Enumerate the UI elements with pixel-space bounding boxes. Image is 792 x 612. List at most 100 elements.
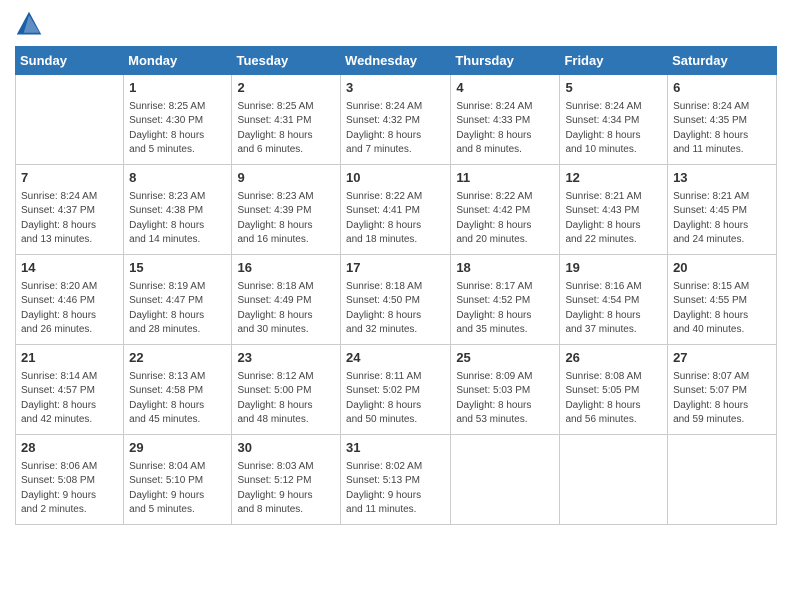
day-info: Sunrise: 8:03 AM Sunset: 5:12 PM Dayligh…: [237, 460, 335, 518]
logo: [15, 10, 47, 38]
day-number: 18: [456, 259, 554, 278]
day-number: 14: [21, 259, 118, 278]
day-number: 24: [346, 349, 445, 368]
calendar-cell: 24 Sunrise: 8:11 AM Sunset: 5:02 PM Dayli…: [341, 345, 451, 435]
day-number: 13: [673, 169, 771, 188]
day-info: Sunrise: 8:09 AM Sunset: 5:03 PM Dayligh…: [456, 370, 554, 428]
day-number: 2: [237, 79, 335, 98]
day-number: 10: [346, 169, 445, 188]
calendar-cell: 16Sunrise: 8:18 AM Sunset: 4:49 PM Dayli…: [232, 255, 341, 345]
day-info: Sunrise: 8:15 AM Sunset: 4:55 PM Dayligh…: [673, 280, 771, 338]
calendar-cell: 19 Sunrise: 8:16 AM Sunset: 4:54 PM Dayli…: [560, 255, 668, 345]
day-info: Sunrise: 8:24 AM Sunset: 4:35 PM Dayligh…: [673, 100, 771, 158]
calendar-cell: 29 Sunrise: 8:04 AM Sunset: 5:10 PM Dayli…: [124, 435, 232, 525]
calendar-week-row: 21Sunrise: 8:14 AM Sunset: 4:57 PM Dayli…: [16, 345, 777, 435]
day-number: 11: [456, 169, 554, 188]
calendar-cell: 28 Sunrise: 8:06 AM Sunset: 5:08 PM Dayli…: [16, 435, 124, 525]
calendar-cell: [668, 435, 777, 525]
day-number: 1: [129, 79, 226, 98]
calendar-cell: 4 Sunrise: 8:24 AM Sunset: 4:33 PM Daylig…: [451, 75, 560, 165]
col-header-tuesday: Tuesday: [232, 47, 341, 75]
day-info: Sunrise: 8:18 AM Sunset: 4:49 PM Dayligh…: [237, 280, 335, 338]
day-info: Sunrise: 8:21 AM Sunset: 4:43 PM Dayligh…: [565, 190, 662, 248]
day-number: 29: [129, 439, 226, 458]
calendar-cell: 12 Sunrise: 8:21 AM Sunset: 4:43 PM Dayli…: [560, 165, 668, 255]
calendar-cell: 11Sunrise: 8:22 AM Sunset: 4:42 PM Dayli…: [451, 165, 560, 255]
day-info: Sunrise: 8:24 AM Sunset: 4:37 PM Dayligh…: [21, 190, 118, 248]
calendar-cell: 31Sunrise: 8:02 AM Sunset: 5:13 PM Dayli…: [341, 435, 451, 525]
day-number: 23: [237, 349, 335, 368]
calendar-cell: 23 Sunrise: 8:12 AM Sunset: 5:00 PM Dayli…: [232, 345, 341, 435]
day-number: 8: [129, 169, 226, 188]
day-number: 12: [565, 169, 662, 188]
calendar-cell: 9 Sunrise: 8:23 AM Sunset: 4:39 PM Daylig…: [232, 165, 341, 255]
day-info: Sunrise: 8:16 AM Sunset: 4:54 PM Dayligh…: [565, 280, 662, 338]
calendar-cell: 3 Sunrise: 8:24 AM Sunset: 4:32 PM Daylig…: [341, 75, 451, 165]
calendar-header-row: SundayMondayTuesdayWednesdayThursdayFrid…: [16, 47, 777, 75]
calendar-cell: 13 Sunrise: 8:21 AM Sunset: 4:45 PM Dayli…: [668, 165, 777, 255]
calendar-week-row: 14 Sunrise: 8:20 AM Sunset: 4:46 PM Dayli…: [16, 255, 777, 345]
day-number: 28: [21, 439, 118, 458]
calendar-week-row: 28 Sunrise: 8:06 AM Sunset: 5:08 PM Dayli…: [16, 435, 777, 525]
calendar-cell: 10Sunrise: 8:22 AM Sunset: 4:41 PM Dayli…: [341, 165, 451, 255]
day-number: 27: [673, 349, 771, 368]
day-info: Sunrise: 8:19 AM Sunset: 4:47 PM Dayligh…: [129, 280, 226, 338]
calendar-cell: 17 Sunrise: 8:18 AM Sunset: 4:50 PM Dayli…: [341, 255, 451, 345]
day-info: Sunrise: 8:04 AM Sunset: 5:10 PM Dayligh…: [129, 460, 226, 518]
calendar-cell: [560, 435, 668, 525]
day-info: Sunrise: 8:24 AM Sunset: 4:34 PM Dayligh…: [565, 100, 662, 158]
day-info: Sunrise: 8:23 AM Sunset: 4:38 PM Dayligh…: [129, 190, 226, 248]
day-info: Sunrise: 8:06 AM Sunset: 5:08 PM Dayligh…: [21, 460, 118, 518]
day-info: Sunrise: 8:24 AM Sunset: 4:32 PM Dayligh…: [346, 100, 445, 158]
day-info: Sunrise: 8:23 AM Sunset: 4:39 PM Dayligh…: [237, 190, 335, 248]
calendar-cell: 21Sunrise: 8:14 AM Sunset: 4:57 PM Dayli…: [16, 345, 124, 435]
calendar-cell: 25Sunrise: 8:09 AM Sunset: 5:03 PM Dayli…: [451, 345, 560, 435]
day-number: 9: [237, 169, 335, 188]
day-number: 22: [129, 349, 226, 368]
calendar-cell: 5 Sunrise: 8:24 AM Sunset: 4:34 PM Daylig…: [560, 75, 668, 165]
day-info: Sunrise: 8:18 AM Sunset: 4:50 PM Dayligh…: [346, 280, 445, 338]
col-header-sunday: Sunday: [16, 47, 124, 75]
day-info: Sunrise: 8:20 AM Sunset: 4:46 PM Dayligh…: [21, 280, 118, 338]
calendar-cell: 30 Sunrise: 8:03 AM Sunset: 5:12 PM Dayli…: [232, 435, 341, 525]
day-number: 3: [346, 79, 445, 98]
day-info: Sunrise: 8:24 AM Sunset: 4:33 PM Dayligh…: [456, 100, 554, 158]
page-header: [15, 10, 777, 38]
day-info: Sunrise: 8:11 AM Sunset: 5:02 PM Dayligh…: [346, 370, 445, 428]
day-number: 30: [237, 439, 335, 458]
day-info: Sunrise: 8:21 AM Sunset: 4:45 PM Dayligh…: [673, 190, 771, 248]
calendar-cell: 18Sunrise: 8:17 AM Sunset: 4:52 PM Dayli…: [451, 255, 560, 345]
calendar-cell: 8 Sunrise: 8:23 AM Sunset: 4:38 PM Daylig…: [124, 165, 232, 255]
calendar-cell: 26 Sunrise: 8:08 AM Sunset: 5:05 PM Dayli…: [560, 345, 668, 435]
logo-icon: [15, 10, 43, 38]
calendar-cell: [451, 435, 560, 525]
day-info: Sunrise: 8:12 AM Sunset: 5:00 PM Dayligh…: [237, 370, 335, 428]
day-number: 26: [565, 349, 662, 368]
calendar-cell: 22Sunrise: 8:13 AM Sunset: 4:58 PM Dayli…: [124, 345, 232, 435]
calendar-cell: [16, 75, 124, 165]
calendar-cell: 15 Sunrise: 8:19 AM Sunset: 4:47 PM Dayli…: [124, 255, 232, 345]
calendar-cell: 6Sunrise: 8:24 AM Sunset: 4:35 PM Daylig…: [668, 75, 777, 165]
day-info: Sunrise: 8:08 AM Sunset: 5:05 PM Dayligh…: [565, 370, 662, 428]
col-header-thursday: Thursday: [451, 47, 560, 75]
col-header-saturday: Saturday: [668, 47, 777, 75]
calendar-cell: 14 Sunrise: 8:20 AM Sunset: 4:46 PM Dayli…: [16, 255, 124, 345]
day-number: 4: [456, 79, 554, 98]
calendar-cell: 1 Sunrise: 8:25 AM Sunset: 4:30 PM Daylig…: [124, 75, 232, 165]
day-number: 19: [565, 259, 662, 278]
day-number: 17: [346, 259, 445, 278]
calendar-cell: 20 Sunrise: 8:15 AM Sunset: 4:55 PM Dayli…: [668, 255, 777, 345]
calendar-cell: 27Sunrise: 8:07 AM Sunset: 5:07 PM Dayli…: [668, 345, 777, 435]
day-number: 7: [21, 169, 118, 188]
calendar-week-row: 1 Sunrise: 8:25 AM Sunset: 4:30 PM Daylig…: [16, 75, 777, 165]
col-header-monday: Monday: [124, 47, 232, 75]
day-number: 5: [565, 79, 662, 98]
calendar-cell: 2Sunrise: 8:25 AM Sunset: 4:31 PM Daylig…: [232, 75, 341, 165]
day-info: Sunrise: 8:02 AM Sunset: 5:13 PM Dayligh…: [346, 460, 445, 518]
day-number: 15: [129, 259, 226, 278]
day-number: 20: [673, 259, 771, 278]
calendar-week-row: 7 Sunrise: 8:24 AM Sunset: 4:37 PM Daylig…: [16, 165, 777, 255]
col-header-friday: Friday: [560, 47, 668, 75]
col-header-wednesday: Wednesday: [341, 47, 451, 75]
day-info: Sunrise: 8:25 AM Sunset: 4:30 PM Dayligh…: [129, 100, 226, 158]
